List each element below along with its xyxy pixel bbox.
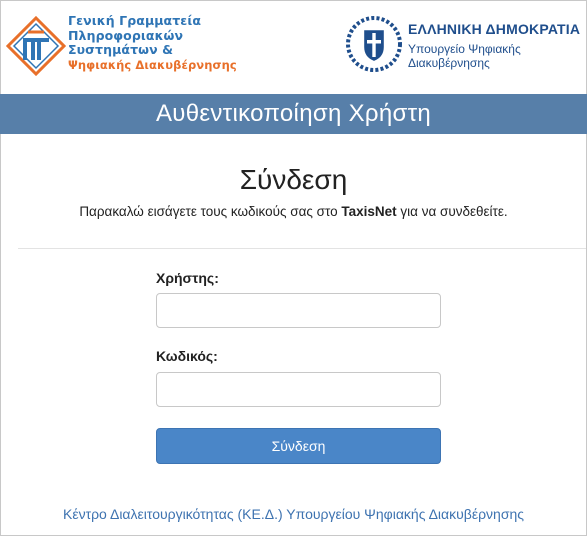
instruction-taxisnet: TaxisNet	[341, 204, 397, 219]
greek-emblem-icon	[346, 16, 402, 72]
page-title: Σύνδεση	[239, 164, 348, 195]
page-banner: Αυθεντικοποίηση Χρήστη	[0, 94, 587, 134]
greek-republic-logo: ΕΛΛΗΝΙΚΗ ΔΗΜΟΚΡΑΤΙΑ Υπουργείο Ψηφιακής Δ…	[344, 14, 584, 78]
republic-title: ΕΛΛΗΝΙΚΗ ΔΗΜΟΚΡΑΤΙΑ	[408, 21, 581, 37]
gsis-logo-icon	[6, 16, 66, 76]
gsis-line-3: Συστημάτων &	[68, 42, 174, 57]
password-label: Κωδικός:	[156, 348, 218, 364]
gsis-line-4: Ψηφιακής Διακυβέρνησης	[68, 57, 237, 72]
gsis-logo: Γενική Γραμματεία Πληροφοριακών Συστημάτ…	[6, 13, 237, 78]
instruction-text-1: Παρακαλώ εισάγετε τους κωδικούς σας στο	[79, 204, 342, 219]
instruction-text-2: για να συνδεθείτε.	[396, 204, 508, 219]
gsis-name: Γενική Γραμματεία Πληροφοριακών Συστημάτ…	[68, 13, 237, 72]
username-input[interactable]	[156, 293, 441, 328]
ministry-line-1: Υπουργείο Ψηφιακής	[408, 42, 521, 56]
password-input[interactable]	[156, 372, 441, 407]
login-button[interactable]: Σύνδεση	[156, 428, 441, 464]
ministry-name: Υπουργείο Ψηφιακής Διακυβέρνησης	[408, 42, 568, 70]
gsis-line-1: Γενική Γραμματεία	[68, 13, 202, 28]
footer-link-ked[interactable]: Κέντρο Διαλειτουργικότητας (ΚΕ.Δ.) Υπουρ…	[0, 506, 587, 522]
gsis-line-2: Πληροφοριακών	[68, 27, 184, 43]
ministry-line-2: Διακυβέρνησης	[408, 56, 490, 70]
login-instructions: Παρακαλώ εισάγετε τους κωδικούς σας στο …	[0, 204, 587, 219]
divider	[18, 248, 586, 249]
username-label: Χρήστης:	[156, 270, 219, 286]
